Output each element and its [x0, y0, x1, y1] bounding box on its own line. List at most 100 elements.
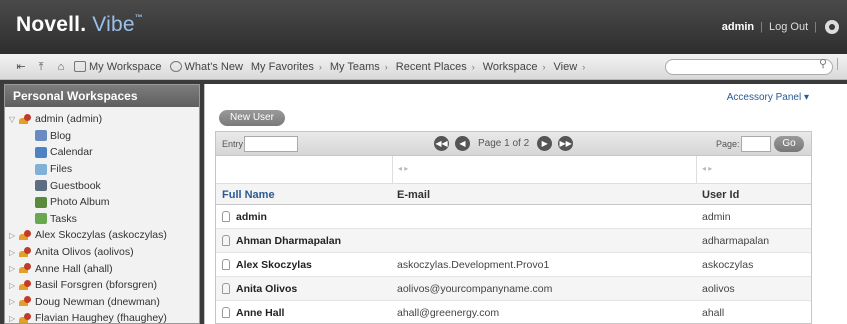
search-input[interactable]: [665, 59, 833, 75]
table-header: Full Name E-mail User Id: [216, 184, 811, 205]
files-icon: [35, 163, 47, 175]
recent-places-label: Recent Places: [395, 60, 467, 73]
photo-album-icon: [35, 196, 47, 208]
column-header-email[interactable]: E-mail: [397, 189, 430, 201]
page-number-input[interactable]: [741, 136, 771, 152]
current-user[interactable]: admin: [722, 21, 754, 33]
row-full-name[interactable]: Ahman Dharmapalan: [236, 235, 341, 247]
pin-icon[interactable]: ⇤: [14, 60, 28, 74]
pagination: ◀◀ ◀ Page 1 of 2 ▶ ▶▶: [434, 136, 574, 151]
expand-icon[interactable]: ▷: [9, 248, 19, 257]
column-header-full-name[interactable]: Full Name: [222, 189, 275, 201]
expand-icon[interactable]: ▷: [9, 281, 19, 290]
guestbook-icon: [35, 180, 47, 192]
previous-page-icon[interactable]: ◀: [455, 136, 470, 151]
table-row[interactable]: Anne Hall ahall@greenergy.com ahall: [216, 301, 811, 324]
tree-node-photo-album[interactable]: Photo Album: [9, 194, 199, 211]
recent-places-menu[interactable]: Recent Places ›: [396, 61, 475, 73]
tree-node-admin[interactable]: ▽ admin (admin): [9, 111, 199, 128]
tree-node-label: Basil Forsgren (bforsgren): [35, 279, 157, 292]
tree-node-files[interactable]: Files: [9, 161, 199, 178]
user-icon: [222, 211, 230, 222]
tree-node-label: Anne Hall (ahall): [35, 262, 113, 275]
my-workspace-link[interactable]: My Workspace: [74, 61, 162, 73]
expand-icon[interactable]: ▷: [9, 314, 19, 323]
tree-node-calendar[interactable]: Calendar: [9, 144, 199, 161]
page-label: Page:: [716, 139, 740, 149]
column-resize-handle[interactable]: [696, 156, 697, 183]
brand-main-text: Novell.: [16, 13, 87, 36]
row-user-id: aolivos: [702, 283, 735, 295]
tree-node-label: Photo Album: [50, 196, 110, 209]
tree-node-user[interactable]: ▷ Basil Forsgren (bforsgren): [9, 277, 199, 294]
table-row[interactable]: Alex Skoczylas askoczylas.Development.Pr…: [216, 253, 811, 277]
table-row[interactable]: admin admin: [216, 205, 811, 229]
last-page-icon[interactable]: ▶▶: [558, 136, 574, 151]
tree-node-tasks[interactable]: Tasks: [9, 211, 199, 228]
tree-node-user[interactable]: ▷ Alex Skoczylas (askoczylas): [9, 227, 199, 244]
gear-icon[interactable]: [825, 20, 839, 34]
row-full-name[interactable]: admin: [236, 211, 267, 223]
expand-icon[interactable]: ▷: [9, 231, 19, 240]
user-workspace-icon: [19, 229, 33, 241]
row-email: ahall@greenergy.com: [397, 307, 500, 319]
my-teams-menu[interactable]: My Teams ›: [330, 61, 388, 73]
tree-node-blog[interactable]: Blog: [9, 128, 199, 145]
tree-node-label: Blog: [50, 129, 72, 142]
resize-marker: ◂ ▸: [702, 164, 713, 173]
tree-node-user[interactable]: ▷ Anita Olivos (aolivos): [9, 244, 199, 261]
main-content: Accessory Panel ▾ New User Entry ◀◀ ◀ Pa…: [204, 84, 847, 324]
row-full-name[interactable]: Alex Skoczylas: [236, 259, 312, 271]
user-icon: [222, 283, 230, 294]
header-separator-2: |: [814, 21, 817, 33]
whats-new-label: What's New: [184, 60, 243, 73]
brand-trademark: ™: [134, 13, 143, 22]
search-icon[interactable]: ⚲: [819, 57, 827, 70]
workspace-tree-panel: Personal Workspaces ▽ admin (admin) Blog…: [4, 84, 200, 324]
whats-new-link[interactable]: What's New: [169, 60, 243, 73]
accessory-panel-menu[interactable]: Accessory Panel ▾: [727, 92, 809, 103]
tree-node-guestbook[interactable]: Guestbook: [9, 177, 199, 194]
my-favorites-menu[interactable]: My Favorites ›: [251, 61, 322, 73]
column-resize-row: ◂ ▸ ◂ ▸: [216, 156, 811, 184]
my-teams-label: My Teams: [329, 60, 380, 73]
tree-node-label: Alex Skoczylas (askoczylas): [35, 229, 167, 242]
user-workspace-icon: [19, 263, 33, 274]
expand-icon[interactable]: ▷: [9, 264, 19, 273]
view-label: View: [553, 60, 578, 73]
header-separator: |: [760, 21, 763, 33]
pager-bar: Entry ◀◀ ◀ Page 1 of 2 ▶ ▶▶ Page: Go: [216, 132, 811, 156]
expand-icon[interactable]: ▷: [9, 297, 19, 306]
home-icon[interactable]: ⌂: [54, 60, 68, 74]
tree-node-label: Guestbook: [50, 179, 101, 192]
workspace-label: Workspace: [482, 60, 538, 73]
calendar-icon: [35, 146, 47, 158]
collapse-icon[interactable]: ▽: [9, 115, 19, 124]
column-header-user-id[interactable]: User Id: [702, 189, 739, 201]
tree-node-label: Doug Newman (dnewman): [35, 295, 160, 308]
view-menu[interactable]: View ›: [554, 61, 586, 73]
table-row[interactable]: Ahman Dharmapalan adharmapalan: [216, 229, 811, 253]
table-row[interactable]: Anita Olivos aolivos@yourcompanyname.com…: [216, 277, 811, 301]
tree-node-user[interactable]: ▷ Flavian Haughey (fhaughey): [9, 310, 199, 324]
entry-input[interactable]: [244, 136, 298, 152]
navigation-toolbar: ⇤ ⤒ ⌂ My Workspace What's New My Favorit…: [0, 54, 847, 80]
user-icon: [222, 307, 230, 318]
next-page-icon[interactable]: ▶: [537, 136, 553, 151]
page-indicator: Page 1 of 2: [478, 138, 530, 149]
row-full-name[interactable]: Anne Hall: [236, 307, 284, 319]
user-icon: [222, 235, 230, 246]
first-page-icon[interactable]: ◀◀: [434, 136, 449, 151]
row-full-name[interactable]: Anita Olivos: [236, 283, 297, 295]
tree-node-label: Flavian Haughey (fhaughey): [35, 312, 167, 324]
workspace-menu[interactable]: Workspace ›: [483, 61, 546, 73]
column-resize-handle[interactable]: [392, 156, 393, 183]
up-icon[interactable]: ⤒: [34, 60, 48, 74]
tree-node-user[interactable]: ▷ Doug Newman (dnewman): [9, 294, 199, 311]
app-header: Novell. Vibe™ admin | Log Out |: [0, 0, 847, 54]
go-button[interactable]: Go: [774, 136, 804, 152]
brand-logo[interactable]: Novell. Vibe™: [16, 13, 143, 37]
logout-link[interactable]: Log Out: [769, 21, 808, 33]
new-user-button[interactable]: New User: [219, 110, 285, 126]
tree-node-user[interactable]: ▷ Anne Hall (ahall): [9, 260, 199, 277]
